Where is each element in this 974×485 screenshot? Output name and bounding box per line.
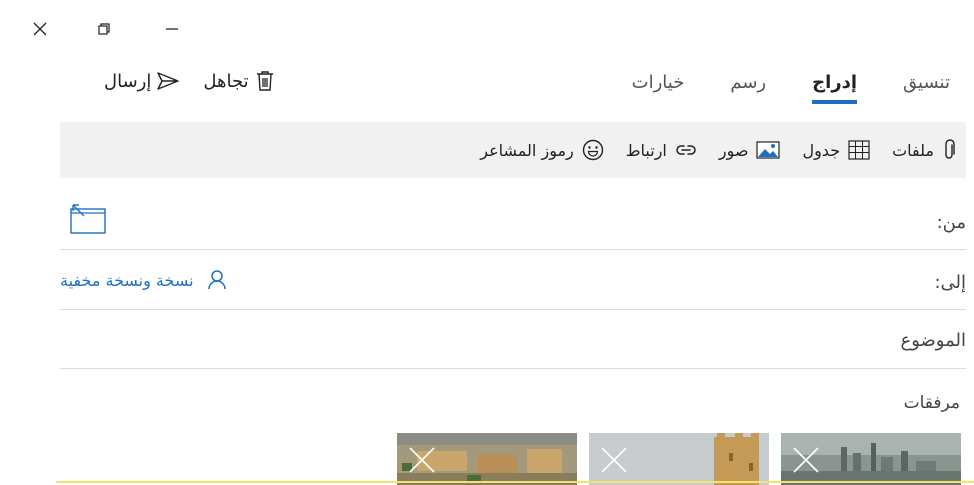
from-label: من:	[936, 212, 966, 233]
attachment-thumbnail[interactable]	[589, 433, 769, 485]
person-icon	[207, 270, 226, 290]
emoji-icon	[582, 139, 604, 161]
message-actions: تجاهل إرسال	[80, 70, 275, 92]
remove-attachment-icon[interactable]	[409, 447, 435, 477]
tab-draw[interactable]: رسم	[730, 72, 766, 101]
insert-emoji-button[interactable]: رموز المشاعر	[480, 139, 603, 161]
attachment-thumbnail[interactable]	[781, 433, 961, 485]
insert-pictures-button[interactable]: صور	[719, 141, 781, 160]
send-button[interactable]: إرسال	[104, 70, 180, 92]
subject-input[interactable]	[60, 324, 966, 356]
send-icon	[157, 72, 180, 90]
insert-link-button[interactable]: ارتباط	[626, 141, 697, 160]
minimize-icon	[166, 28, 178, 30]
to-label: إلى:	[934, 272, 966, 293]
cc-bcc-label: نسخة ونسخة مخفية	[60, 270, 194, 290]
focus-indicator	[56, 481, 974, 483]
files-label: ملفات	[892, 140, 934, 160]
close-icon	[33, 22, 47, 36]
insert-table-button[interactable]: جدول	[802, 140, 870, 160]
tab-format[interactable]: تنسيق	[903, 72, 950, 101]
attachment-thumbnail[interactable]	[397, 433, 577, 485]
minimize-window-button[interactable]	[154, 14, 190, 44]
table-icon	[848, 140, 870, 160]
pictures-label: صور	[718, 140, 749, 160]
table-label: جدول	[802, 140, 841, 160]
from-account-icon[interactable]	[70, 204, 106, 238]
subject-row	[60, 310, 966, 369]
trash-icon	[256, 71, 273, 91]
tab-options[interactable]: خيارات	[632, 72, 685, 101]
picture-icon	[756, 141, 781, 159]
remove-attachment-icon[interactable]	[793, 447, 819, 477]
attachments-label: مرفقات	[903, 393, 960, 413]
discard-label: تجاهل	[203, 70, 249, 92]
send-label: إرسال	[104, 70, 152, 92]
link-icon	[675, 143, 697, 157]
cc-bcc-link[interactable]: نسخة ونسخة مخفية	[60, 270, 242, 290]
from-row: من:	[60, 190, 966, 250]
discard-button[interactable]: تجاهل	[203, 70, 274, 92]
remove-attachment-icon[interactable]	[601, 447, 627, 477]
tab-insert[interactable]: إدراج	[812, 72, 857, 104]
close-window-button[interactable]	[22, 14, 58, 44]
link-label: ارتباط	[625, 140, 667, 160]
emoji-label: رموز المشاعر	[480, 140, 574, 160]
paperclip-icon	[942, 139, 956, 161]
restore-icon	[98, 23, 110, 35]
restore-window-button[interactable]	[86, 14, 122, 44]
attach-files-button[interactable]: ملفات	[892, 139, 956, 161]
insert-toolbar: ملفات جدول صور ارتباط رموز المشاعر	[60, 122, 966, 178]
to-row: إلى: نسخة ونسخة مخفية	[60, 250, 966, 310]
